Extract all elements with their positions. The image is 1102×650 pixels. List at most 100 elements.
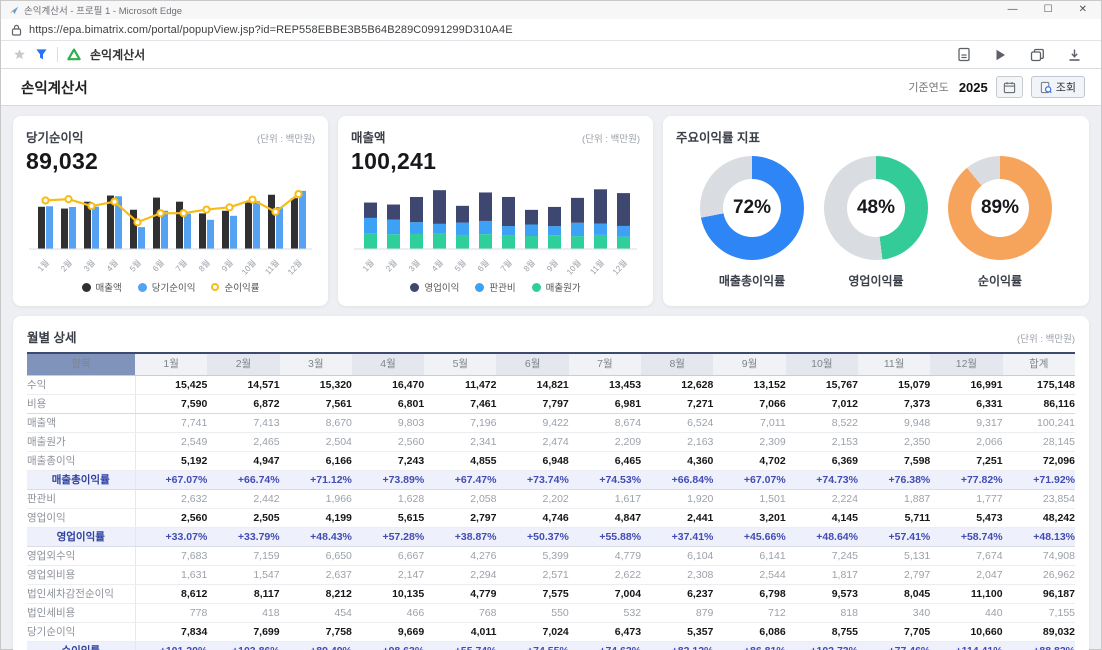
cell-value: 2,632 bbox=[135, 490, 207, 509]
cell-value: +67.07% bbox=[713, 471, 785, 490]
lock-icon bbox=[11, 24, 22, 36]
svg-text:10월: 10월 bbox=[239, 258, 258, 277]
cell-value: 7,251 bbox=[930, 452, 1002, 471]
address-bar[interactable]: https://epa.bimatrix.com/portal/popupVie… bbox=[1, 19, 1101, 41]
cell-value: 15,079 bbox=[858, 376, 930, 395]
table-month-column-header: 4월 bbox=[352, 353, 424, 376]
cell-value: 7,159 bbox=[207, 547, 279, 566]
cell-value: +74.53% bbox=[569, 471, 641, 490]
minimize-button[interactable]: — bbox=[1008, 5, 1018, 15]
revenue-unit-label: (단위 : 백만원) bbox=[582, 131, 640, 145]
table-row: 순이익률+101.20%+103.86%+89.49%+98.63%+55.74… bbox=[27, 642, 1075, 650]
search-query-button[interactable]: 조회 bbox=[1031, 76, 1085, 98]
cell-value: 6,948 bbox=[496, 452, 568, 471]
cell-value: 9,422 bbox=[496, 414, 568, 433]
table-month-column-header: 1월 bbox=[135, 353, 207, 376]
report-bookmark-title[interactable]: 손익계산서 bbox=[90, 46, 145, 63]
download-icon[interactable] bbox=[1068, 48, 1081, 62]
cell-value: 7,797 bbox=[496, 395, 568, 414]
revenue-card-title: 매출액 bbox=[351, 127, 386, 146]
cell-value: 13,152 bbox=[713, 376, 785, 395]
series-dot-icon bbox=[410, 283, 419, 292]
cell-value: 2,797 bbox=[424, 509, 496, 528]
row-label: 매출액 bbox=[27, 414, 135, 433]
donut-label: 영업이익률 bbox=[848, 272, 903, 289]
donut-value: 72% bbox=[723, 179, 781, 237]
cell-value: +67.47% bbox=[424, 471, 496, 490]
cell-value: 8,612 bbox=[135, 585, 207, 604]
copy-windows-icon[interactable] bbox=[1030, 48, 1045, 62]
cell-value: +71.92% bbox=[1003, 471, 1075, 490]
report-document-icon[interactable] bbox=[957, 47, 971, 62]
edge-tab-icon bbox=[9, 5, 19, 15]
cell-value: 2,571 bbox=[496, 566, 568, 585]
cell-value: 7,674 bbox=[930, 547, 1002, 566]
donut-label: 순이익률 bbox=[978, 272, 1022, 289]
cell-value: 8,117 bbox=[207, 585, 279, 604]
cell-value: 2,308 bbox=[641, 566, 713, 585]
row-label: 순이익률 bbox=[27, 642, 135, 650]
cell-value: 2,504 bbox=[280, 433, 352, 452]
cell-value: 4,847 bbox=[569, 509, 641, 528]
run-play-icon[interactable] bbox=[994, 48, 1007, 62]
svg-text:7월: 7월 bbox=[173, 258, 189, 274]
cell-value: 2,637 bbox=[280, 566, 352, 585]
donut-ring: 48% bbox=[824, 156, 928, 260]
table-month-column-header: 8월 bbox=[641, 353, 713, 376]
donut-gauge: 48% 영업이익률 bbox=[824, 156, 928, 289]
table-month-column-header: 9월 bbox=[713, 353, 785, 376]
svg-text:4월: 4월 bbox=[429, 258, 445, 274]
cell-value: +89.49% bbox=[280, 642, 352, 650]
cell-value: 8,522 bbox=[786, 414, 858, 433]
table-row: 법인세차감전순이익8,6128,1178,21210,1354,7797,575… bbox=[27, 585, 1075, 604]
cell-value: 96,187 bbox=[1003, 585, 1075, 604]
row-label: 매출총이익률 bbox=[27, 471, 135, 490]
table-month-column-header: 2월 bbox=[207, 353, 279, 376]
svg-text:8월: 8월 bbox=[196, 258, 212, 274]
cell-value: 7,413 bbox=[207, 414, 279, 433]
cell-value: +101.20% bbox=[135, 642, 207, 650]
favorite-star-icon[interactable] bbox=[13, 48, 26, 61]
revenue-card: 매출액 (단위 : 백만원) 100,241 1월2월3월4월5월6월7월8월9… bbox=[338, 116, 653, 306]
cell-value: 768 bbox=[424, 604, 496, 623]
row-label: 매출원가 bbox=[27, 433, 135, 452]
net-income-card-title: 당기순이익 bbox=[26, 127, 84, 146]
cell-value: 550 bbox=[496, 604, 568, 623]
cell-value: 72,096 bbox=[1003, 452, 1075, 471]
cell-value: 15,425 bbox=[135, 376, 207, 395]
calendar-picker-button[interactable] bbox=[996, 76, 1023, 98]
cell-value: 2,622 bbox=[569, 566, 641, 585]
cell-value: 11,100 bbox=[930, 585, 1002, 604]
bimatrix-logo-icon bbox=[67, 48, 81, 61]
page-header: 손익계산서 기준연도 2025 조회 bbox=[1, 69, 1101, 106]
cell-value: +37.41% bbox=[641, 528, 713, 547]
maximize-button[interactable]: ☐ bbox=[1044, 5, 1053, 15]
svg-text:5월: 5월 bbox=[452, 258, 468, 274]
row-label: 영업외비용 bbox=[27, 566, 135, 585]
cell-value: 5,399 bbox=[496, 547, 568, 566]
cell-value: 2,163 bbox=[641, 433, 713, 452]
svg-text:11월: 11월 bbox=[588, 258, 606, 277]
filter-funnel-icon[interactable] bbox=[35, 48, 48, 61]
table-month-column-header: 6월 bbox=[496, 353, 568, 376]
cell-value: 6,473 bbox=[569, 623, 641, 642]
cell-value: 7,834 bbox=[135, 623, 207, 642]
cell-value: 13,453 bbox=[569, 376, 641, 395]
series-dot-icon bbox=[475, 283, 484, 292]
cell-value: 6,872 bbox=[207, 395, 279, 414]
cell-value: +98.63% bbox=[352, 642, 424, 650]
cell-value: 1,547 bbox=[207, 566, 279, 585]
legend-item: 당기순이익 bbox=[138, 280, 196, 294]
cell-value: +48.43% bbox=[280, 528, 352, 547]
table-month-column-header: 3월 bbox=[280, 353, 352, 376]
row-label: 당기순이익 bbox=[27, 623, 135, 642]
cell-value: 8,045 bbox=[858, 585, 930, 604]
cell-value: +77.82% bbox=[930, 471, 1002, 490]
cell-value: 8,670 bbox=[280, 414, 352, 433]
cell-value: 9,317 bbox=[930, 414, 1002, 433]
close-button[interactable]: ✕ bbox=[1079, 5, 1087, 15]
cell-value: 9,669 bbox=[352, 623, 424, 642]
table-row: 매출원가2,5492,4652,5042,5602,3412,4742,2092… bbox=[27, 433, 1075, 452]
row-label: 수익 bbox=[27, 376, 135, 395]
svg-text:7월: 7월 bbox=[498, 258, 514, 274]
